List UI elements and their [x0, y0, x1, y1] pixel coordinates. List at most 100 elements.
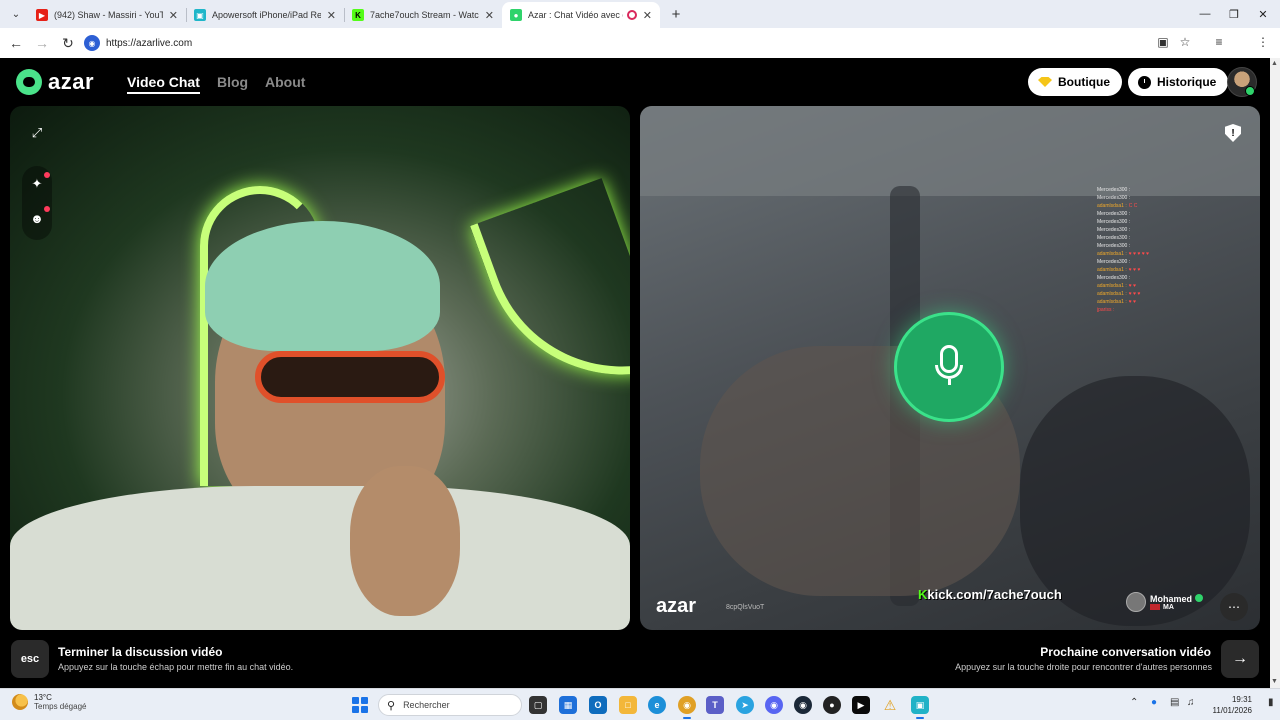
chat-overlay-user: Mercedes300 : — [1097, 187, 1131, 193]
end-chat-title: Terminer la discussion vidéo — [58, 645, 223, 659]
close-tab-icon[interactable]: ✕ — [485, 9, 494, 22]
reading-list-icon[interactable]: ≡ — [1208, 30, 1230, 54]
terminal-app-icon[interactable]: ▶ — [852, 696, 870, 714]
volume-icon[interactable]: ♫ — [1187, 697, 1195, 708]
self-video: ⤢ ✦ ☻ — [10, 106, 630, 630]
outlook-icon[interactable]: O — [589, 696, 607, 714]
browser-tab-bar: ⌄ ▶ (942) Shaw - Massiri - YouTube ✕ ▣ A… — [0, 0, 1280, 28]
chat-overlay-row: Mercedes300 : — [1097, 258, 1187, 266]
task-view-icon[interactable]: ▢ — [529, 696, 547, 714]
next-chat-subtitle: Appuyez sur la touche droite pour rencon… — [955, 662, 1212, 672]
notification-dot-icon — [44, 172, 50, 178]
bookmark-star-icon[interactable]: ☆ — [1174, 30, 1196, 54]
chat-overlay-user: Mercedes300 : — [1097, 195, 1131, 201]
scroll-down-icon[interactable]: ▼ — [1271, 678, 1278, 685]
discord-icon[interactable]: ◉ — [765, 696, 783, 714]
tab-title: Azar : Chat Vidéo avec de nouveaux — [528, 10, 623, 20]
forward-icon[interactable]: → — [30, 31, 54, 55]
historique-button[interactable]: Historique — [1128, 68, 1229, 96]
chat-overlay-row: Mercedes300 : — [1097, 274, 1187, 282]
show-hidden-icons-icon[interactable]: ⌃ — [1130, 697, 1138, 708]
browser-tab-kick[interactable]: K 7ache7ouch Stream - Watch Live ✕ — [344, 2, 502, 28]
chat-overlay-user: Mercedes300 : — [1097, 219, 1131, 225]
chat-overlay-row: Mercedes300 : — [1097, 234, 1187, 242]
blurred-background — [640, 106, 1260, 196]
chat-overlay-user: jpariss : — [1097, 307, 1115, 313]
chat-overlay-message: ♥ ♥ ♥ ♥ ♥ — [1128, 251, 1150, 257]
minimize-icon[interactable]: — — [1190, 0, 1220, 28]
obs-icon[interactable]: ● — [823, 696, 841, 714]
chat-overlay-row: Mercedes300 : — [1097, 186, 1187, 194]
search-icon: ⚲ — [387, 699, 396, 712]
tab-list-button[interactable]: ⌄ — [4, 3, 28, 25]
chat-overlay-user: Mercedes300 : — [1097, 243, 1131, 249]
browser-tab-azar[interactable]: ● Azar : Chat Vidéo avec de nouveaux ✕ — [502, 2, 660, 28]
boutique-button[interactable]: Boutique — [1028, 68, 1122, 96]
weather-temp: 13°C — [34, 693, 52, 702]
nav-about[interactable]: About — [265, 74, 305, 90]
close-tab-icon[interactable]: ✕ — [327, 9, 336, 22]
telegram-icon[interactable]: ➤ — [736, 696, 754, 714]
chrome-icon[interactable]: ◉ — [678, 696, 696, 714]
steam-icon[interactable]: ◉ — [794, 696, 812, 714]
warning-icon[interactable]: ⚠ — [881, 696, 899, 714]
chat-bubble-icon[interactable]: ⋯ — [1220, 593, 1248, 621]
windows-start-icon[interactable] — [352, 697, 368, 713]
apowersoft-icon: ▣ — [194, 9, 206, 21]
esc-button[interactable]: esc — [11, 640, 49, 678]
gem-icon — [1038, 77, 1052, 87]
next-chat-button[interactable]: → — [1221, 640, 1259, 678]
restore-icon[interactable]: ❐ — [1219, 0, 1249, 28]
hand — [350, 466, 460, 616]
notifications-icon[interactable]: ▮ — [1268, 697, 1274, 708]
chat-overlay-row: Mercedes300 : — [1097, 226, 1187, 234]
microphone-button[interactable] — [894, 312, 1004, 422]
taskbar-clock[interactable]: 19:31 11/01/2026 — [1206, 694, 1252, 716]
network-icon[interactable]: ▤ — [1170, 697, 1179, 708]
menu-dots-icon[interactable]: ⋮ — [1252, 30, 1274, 54]
apowersoft-recorder-icon[interactable]: ▣ — [911, 696, 929, 714]
screen-cast-icon[interactable]: ▣ — [1152, 30, 1174, 54]
chat-overlay-message: ♥ ♥ — [1128, 283, 1137, 289]
close-window-icon[interactable]: ✕ — [1248, 0, 1278, 28]
chat-overlay-row: adamlsdsa1 : ♥ ♥ ♥ — [1097, 266, 1187, 274]
morocco-flag-icon — [1150, 604, 1160, 610]
azar-logo-icon — [16, 69, 42, 95]
notification-dot-icon — [44, 206, 50, 212]
nav-video-chat[interactable]: Video Chat — [127, 74, 200, 94]
kick-icon: K — [352, 9, 364, 21]
chat-overlay-row: Mercedes300 : — [1097, 218, 1187, 226]
taskbar-search[interactable]: ⚲ Rechercher — [378, 694, 522, 716]
search-placeholder: Rechercher — [403, 700, 450, 710]
chat-overlay-message: ♥ ♥ ♥ — [1128, 291, 1141, 297]
browser-tab-apowersoft[interactable]: ▣ Apowersoft iPhone/iPad Recorder ✕ — [186, 2, 344, 28]
expand-icon[interactable]: ⤢ — [25, 121, 49, 145]
file-explorer-icon[interactable]: □ — [619, 696, 637, 714]
weather-widget[interactable]: 13°C Temps dégagé — [12, 693, 86, 711]
chat-overlay-row: jpariss : — [1097, 306, 1187, 314]
azar-logo[interactable]: azar — [16, 69, 94, 95]
close-tab-icon[interactable]: ✕ — [169, 9, 178, 22]
reload-icon[interactable]: ↻ — [56, 31, 80, 55]
edge-icon[interactable]: e — [648, 696, 666, 714]
page-scrollbar[interactable]: ▲ ▼ — [1270, 58, 1280, 688]
scroll-up-icon[interactable]: ▲ — [1271, 60, 1278, 67]
stream-chat-overlay: Mercedes300 : Mercedes300 : adamlsdsa1 :C … — [1097, 186, 1187, 314]
active-app-indicator — [916, 717, 924, 719]
back-icon[interactable]: ← — [4, 31, 28, 55]
historique-label: Historique — [1157, 75, 1217, 89]
chat-overlay-row: adamlsdsa1 : ♥ ♥ — [1097, 282, 1187, 290]
url-field[interactable]: ◉ https://azarlive.com — [80, 31, 1200, 55]
chat-overlay-row: Mercedes300 : — [1097, 210, 1187, 218]
chat-overlay-user: Mercedes300 : — [1097, 227, 1131, 233]
browser-tab-youtube[interactable]: ▶ (942) Shaw - Massiri - YouTube ✕ — [28, 2, 186, 28]
teams-icon[interactable]: T — [706, 696, 724, 714]
new-tab-button[interactable]: + — [664, 6, 688, 23]
azar-page: azar Video Chat Blog About Boutique Hist… — [0, 58, 1270, 688]
close-tab-icon[interactable]: ✕ — [643, 9, 652, 22]
microphone-tray-icon[interactable]: ● — [1151, 697, 1157, 708]
site-info-icon[interactable]: ◉ — [84, 35, 100, 51]
store-icon[interactable]: ▦ — [559, 696, 577, 714]
nav-blog[interactable]: Blog — [217, 74, 248, 90]
peer-info[interactable]: Mohamed MA — [1126, 592, 1204, 612]
